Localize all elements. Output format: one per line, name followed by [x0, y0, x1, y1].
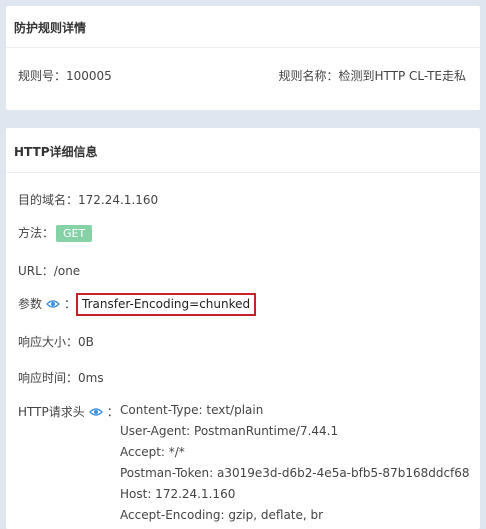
- headers-colon: ：: [106, 405, 119, 419]
- method-row: 方法： GET: [18, 224, 93, 242]
- divider: [6, 172, 480, 173]
- url-row: URL：/one: [18, 264, 81, 278]
- method-label: 方法：: [18, 226, 55, 240]
- headers-row: HTTP请求头 ：: [18, 403, 119, 420]
- method-badge: GET: [56, 225, 93, 242]
- divider: [6, 47, 480, 48]
- header-line: User-Agent: PostmanRuntime/7.44.1: [120, 424, 339, 438]
- header-line: Host: 172.24.1.160: [120, 487, 236, 501]
- rule-id: 规则号：100005: [18, 69, 112, 83]
- eye-icon[interactable]: [46, 298, 60, 312]
- response-size: 响应大小：0B: [18, 335, 94, 349]
- params-colon: ：: [64, 297, 77, 311]
- rule-detail-title: 防护规则详情: [14, 21, 87, 35]
- eye-icon[interactable]: [88, 406, 103, 420]
- params-value-highlight: Transfer-Encoding=chunked: [76, 293, 257, 316]
- params-label: 参数: [18, 297, 43, 311]
- http-detail-title: HTTP详细信息: [14, 145, 98, 159]
- rule-detail-card: 防护规则详情 规则号：100005 规则名称：检测到HTTP CL-TE走私: [6, 6, 480, 110]
- headers-list: Content-Type: text/plain User-Agent: Pos…: [120, 400, 470, 526]
- header-line: Content-Type: text/plain: [120, 403, 264, 417]
- params-row: 参数 ： Transfer-Encoding=chunked: [18, 293, 257, 316]
- response-time: 响应时间：0ms: [18, 371, 104, 385]
- header-line: Accept-Encoding: gzip, deflate, br: [120, 508, 324, 522]
- header-line: Accept: */*: [120, 445, 185, 459]
- header-line: Postman-Token: a3019e3d-d6b2-4e5a-bfb5-8…: [120, 466, 470, 480]
- rule-name: 规则名称：检测到HTTP CL-TE走私: [278, 69, 466, 83]
- headers-label: HTTP请求头: [18, 405, 85, 419]
- target-domain: 目的域名：172.24.1.160: [18, 193, 159, 207]
- http-detail-card: HTTP详细信息 目的域名：172.24.1.160 方法： GET URL：/o…: [6, 128, 480, 529]
